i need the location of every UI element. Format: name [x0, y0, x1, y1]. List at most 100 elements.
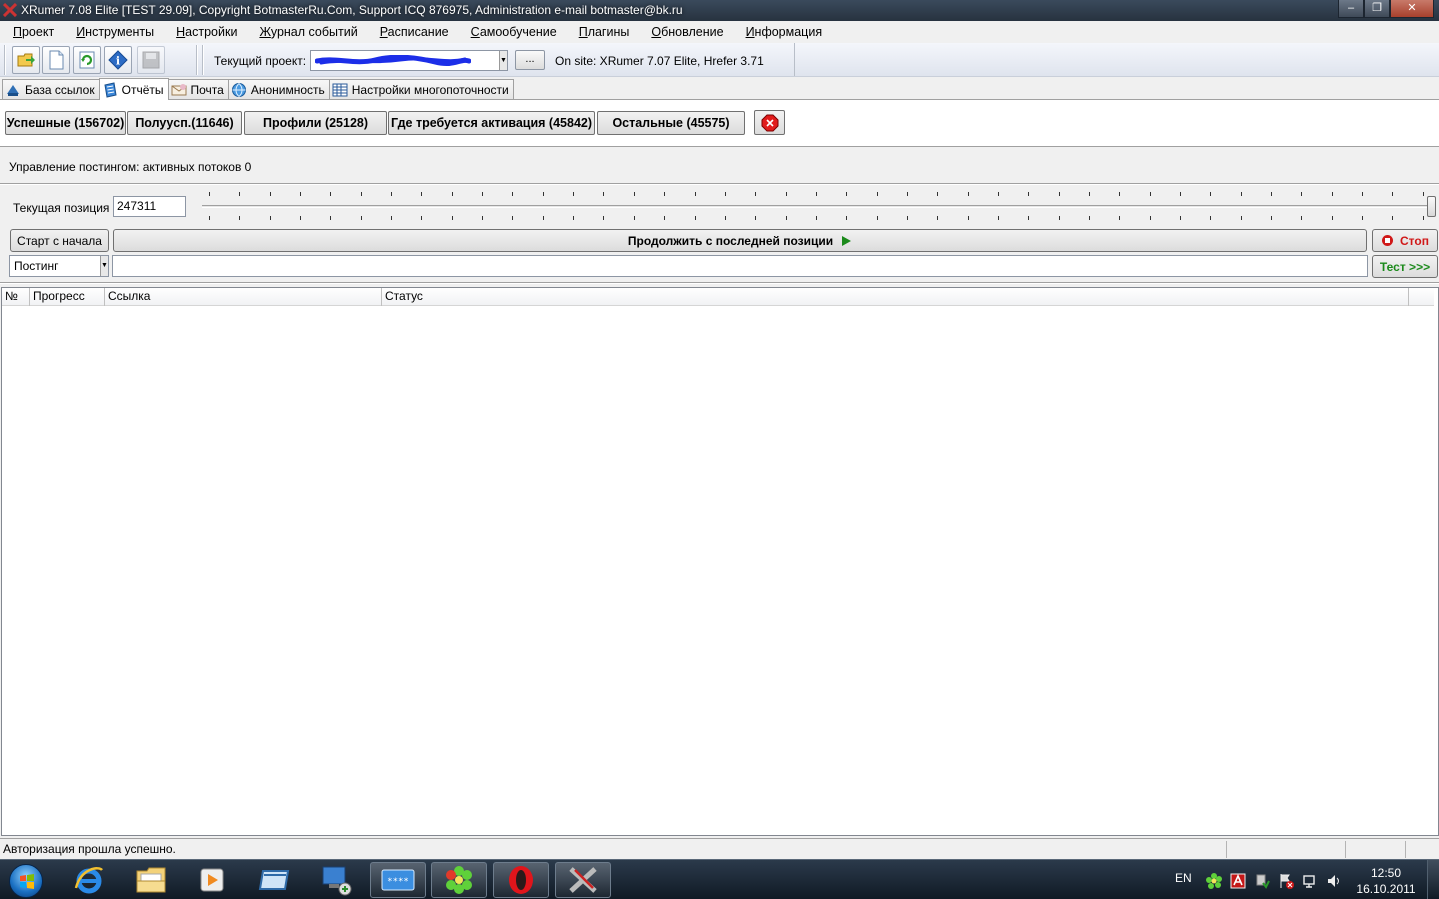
threads-table[interactable]: № Прогресс Ссылка Статус	[1, 287, 1439, 836]
taskbar-remote-desktop[interactable]	[308, 862, 364, 898]
profiles-report-button[interactable]: Профили (25128)	[244, 111, 387, 135]
adobe-tray-icon[interactable]	[1230, 873, 1246, 889]
menu-info[interactable]: Информация	[735, 21, 834, 43]
slider-tick	[239, 216, 241, 220]
start-button[interactable]	[6, 862, 46, 899]
slider-tick	[997, 192, 999, 196]
new-project-button[interactable]	[42, 46, 70, 74]
usb-safely-remove-icon[interactable]	[1254, 873, 1270, 889]
position-slider[interactable]	[200, 190, 1438, 222]
column-header-progress[interactable]: Прогресс	[30, 288, 105, 306]
tab-label: Отчёты	[121, 82, 164, 97]
show-desktop-button[interactable]	[1427, 860, 1439, 899]
column-header-number[interactable]: №	[2, 288, 30, 306]
maximize-button[interactable]: ❐	[1364, 0, 1390, 18]
windows-logo-icon	[9, 863, 43, 898]
slider-tick	[391, 216, 393, 220]
menu-schedule[interactable]: Расписание	[369, 21, 460, 43]
menu-plugins[interactable]: Плагины	[568, 21, 641, 43]
toolbar-separator	[202, 45, 204, 75]
network-icon[interactable]	[1302, 873, 1318, 889]
slider-tick	[633, 216, 635, 220]
slider-thumb[interactable]	[1427, 196, 1436, 217]
mode-select[interactable]: Постинг ▼	[9, 255, 109, 277]
tab-mail[interactable]: Почта	[167, 79, 229, 100]
chevron-down-icon[interactable]: ▼	[100, 256, 108, 276]
test-url-input[interactable]	[112, 255, 1368, 277]
menu-update[interactable]: Обновление	[640, 21, 734, 43]
continue-button[interactable]: Продолжить с последней позиции	[113, 229, 1367, 252]
slider-tick	[785, 192, 787, 196]
taskbar-explorer[interactable]	[123, 862, 179, 898]
slider-tick	[967, 192, 969, 196]
system-clock[interactable]: 12:50 16.10.2011	[1355, 865, 1417, 897]
slider-tick	[785, 216, 787, 220]
column-header-status[interactable]: Статус	[382, 288, 1409, 306]
icq-flower-icon	[446, 866, 472, 894]
taskbar-media-player[interactable]	[184, 862, 240, 898]
browse-project-button[interactable]: ...	[515, 50, 545, 70]
taskbar-app[interactable]	[246, 862, 302, 898]
stop-label: Стоп	[1400, 233, 1429, 248]
column-header-link[interactable]: Ссылка	[105, 288, 382, 306]
menu-settings[interactable]: Настройки	[165, 21, 248, 43]
slider-tick	[360, 192, 362, 196]
divider	[0, 282, 1439, 284]
current-project-select[interactable]: ▼	[310, 50, 508, 71]
action-center-flag-icon[interactable]	[1278, 873, 1294, 889]
tab-reports[interactable]: Отчёты	[98, 78, 169, 100]
menu-tools[interactable]: Инструменты	[65, 21, 165, 43]
other-report-button[interactable]: Остальные (45575)	[597, 111, 745, 135]
refresh-button[interactable]	[73, 46, 101, 74]
open-project-button[interactable]	[12, 46, 40, 74]
reports-panel: Успешные (156702) Полууcп.(11646) Профил…	[0, 99, 1439, 147]
keyboard-language-indicator[interactable]: EN	[1175, 871, 1192, 885]
test-button[interactable]: Тест >>>	[1372, 255, 1438, 278]
chevron-down-icon[interactable]: ▼	[499, 51, 507, 70]
slider-tick	[1119, 216, 1121, 220]
successful-report-button[interactable]: Успешные (156702)	[5, 111, 126, 135]
main-tabs: База ссылок Отчёты Почта Анонимность Нас…	[0, 78, 1439, 100]
close-button[interactable]: ✕	[1390, 0, 1434, 18]
mail-icon	[171, 84, 186, 96]
slider-tick	[937, 216, 939, 220]
tab-threading-settings[interactable]: Настройки многопоточности	[328, 79, 514, 100]
toolbar-separator	[196, 45, 198, 75]
taskbar-password-app[interactable]: ****	[370, 862, 426, 898]
taskbar-internet-explorer[interactable]	[61, 862, 117, 898]
mode-value: Постинг	[14, 259, 59, 273]
taskbar-opera[interactable]	[493, 862, 549, 898]
slider-tick	[360, 216, 362, 220]
reports-icon	[104, 81, 117, 98]
floppy-disk-icon	[142, 51, 160, 69]
continue-label: Продолжить с последней позиции	[627, 233, 834, 248]
taskbar-icq[interactable]	[431, 862, 487, 898]
windows-taskbar: **** EN 12:50 16.10.2011	[0, 859, 1439, 899]
menu-project[interactable]: Проект	[2, 21, 65, 43]
position-input[interactable]: 247311	[113, 196, 186, 217]
slider-tick	[694, 192, 696, 196]
tab-label: Анонимность	[250, 83, 325, 97]
semi-successful-report-button[interactable]: Полууcп.(11646)	[127, 111, 242, 135]
stop-button[interactable]: Стоп	[1372, 229, 1438, 252]
tab-link-database[interactable]: База ссылок	[2, 79, 100, 100]
save-button[interactable]	[137, 46, 165, 74]
slider-tick	[573, 192, 575, 196]
slider-tick	[1180, 192, 1181, 196]
slider-tick	[451, 192, 453, 196]
icq-tray-icon[interactable]	[1206, 873, 1222, 889]
slider-tick	[1149, 192, 1151, 196]
taskbar-xrumer[interactable]	[555, 862, 611, 898]
start-over-button[interactable]: Старт с начала	[10, 229, 109, 252]
xrumer-app-icon[interactable]	[3, 3, 17, 17]
slider-tick	[1088, 216, 1090, 220]
tab-anonymity[interactable]: Анонимность	[227, 79, 330, 100]
slider-tick	[1331, 216, 1333, 220]
volume-icon[interactable]	[1326, 873, 1342, 889]
minimize-button[interactable]: ‒	[1338, 0, 1364, 18]
activation-required-report-button[interactable]: Где требуется активация (45842)	[388, 111, 595, 135]
menu-self-learning[interactable]: Самообучение	[460, 21, 568, 43]
info-button[interactable]: i	[104, 46, 132, 74]
clear-reports-button[interactable]	[754, 110, 785, 135]
menu-event-log[interactable]: Журнал событий	[248, 21, 368, 43]
